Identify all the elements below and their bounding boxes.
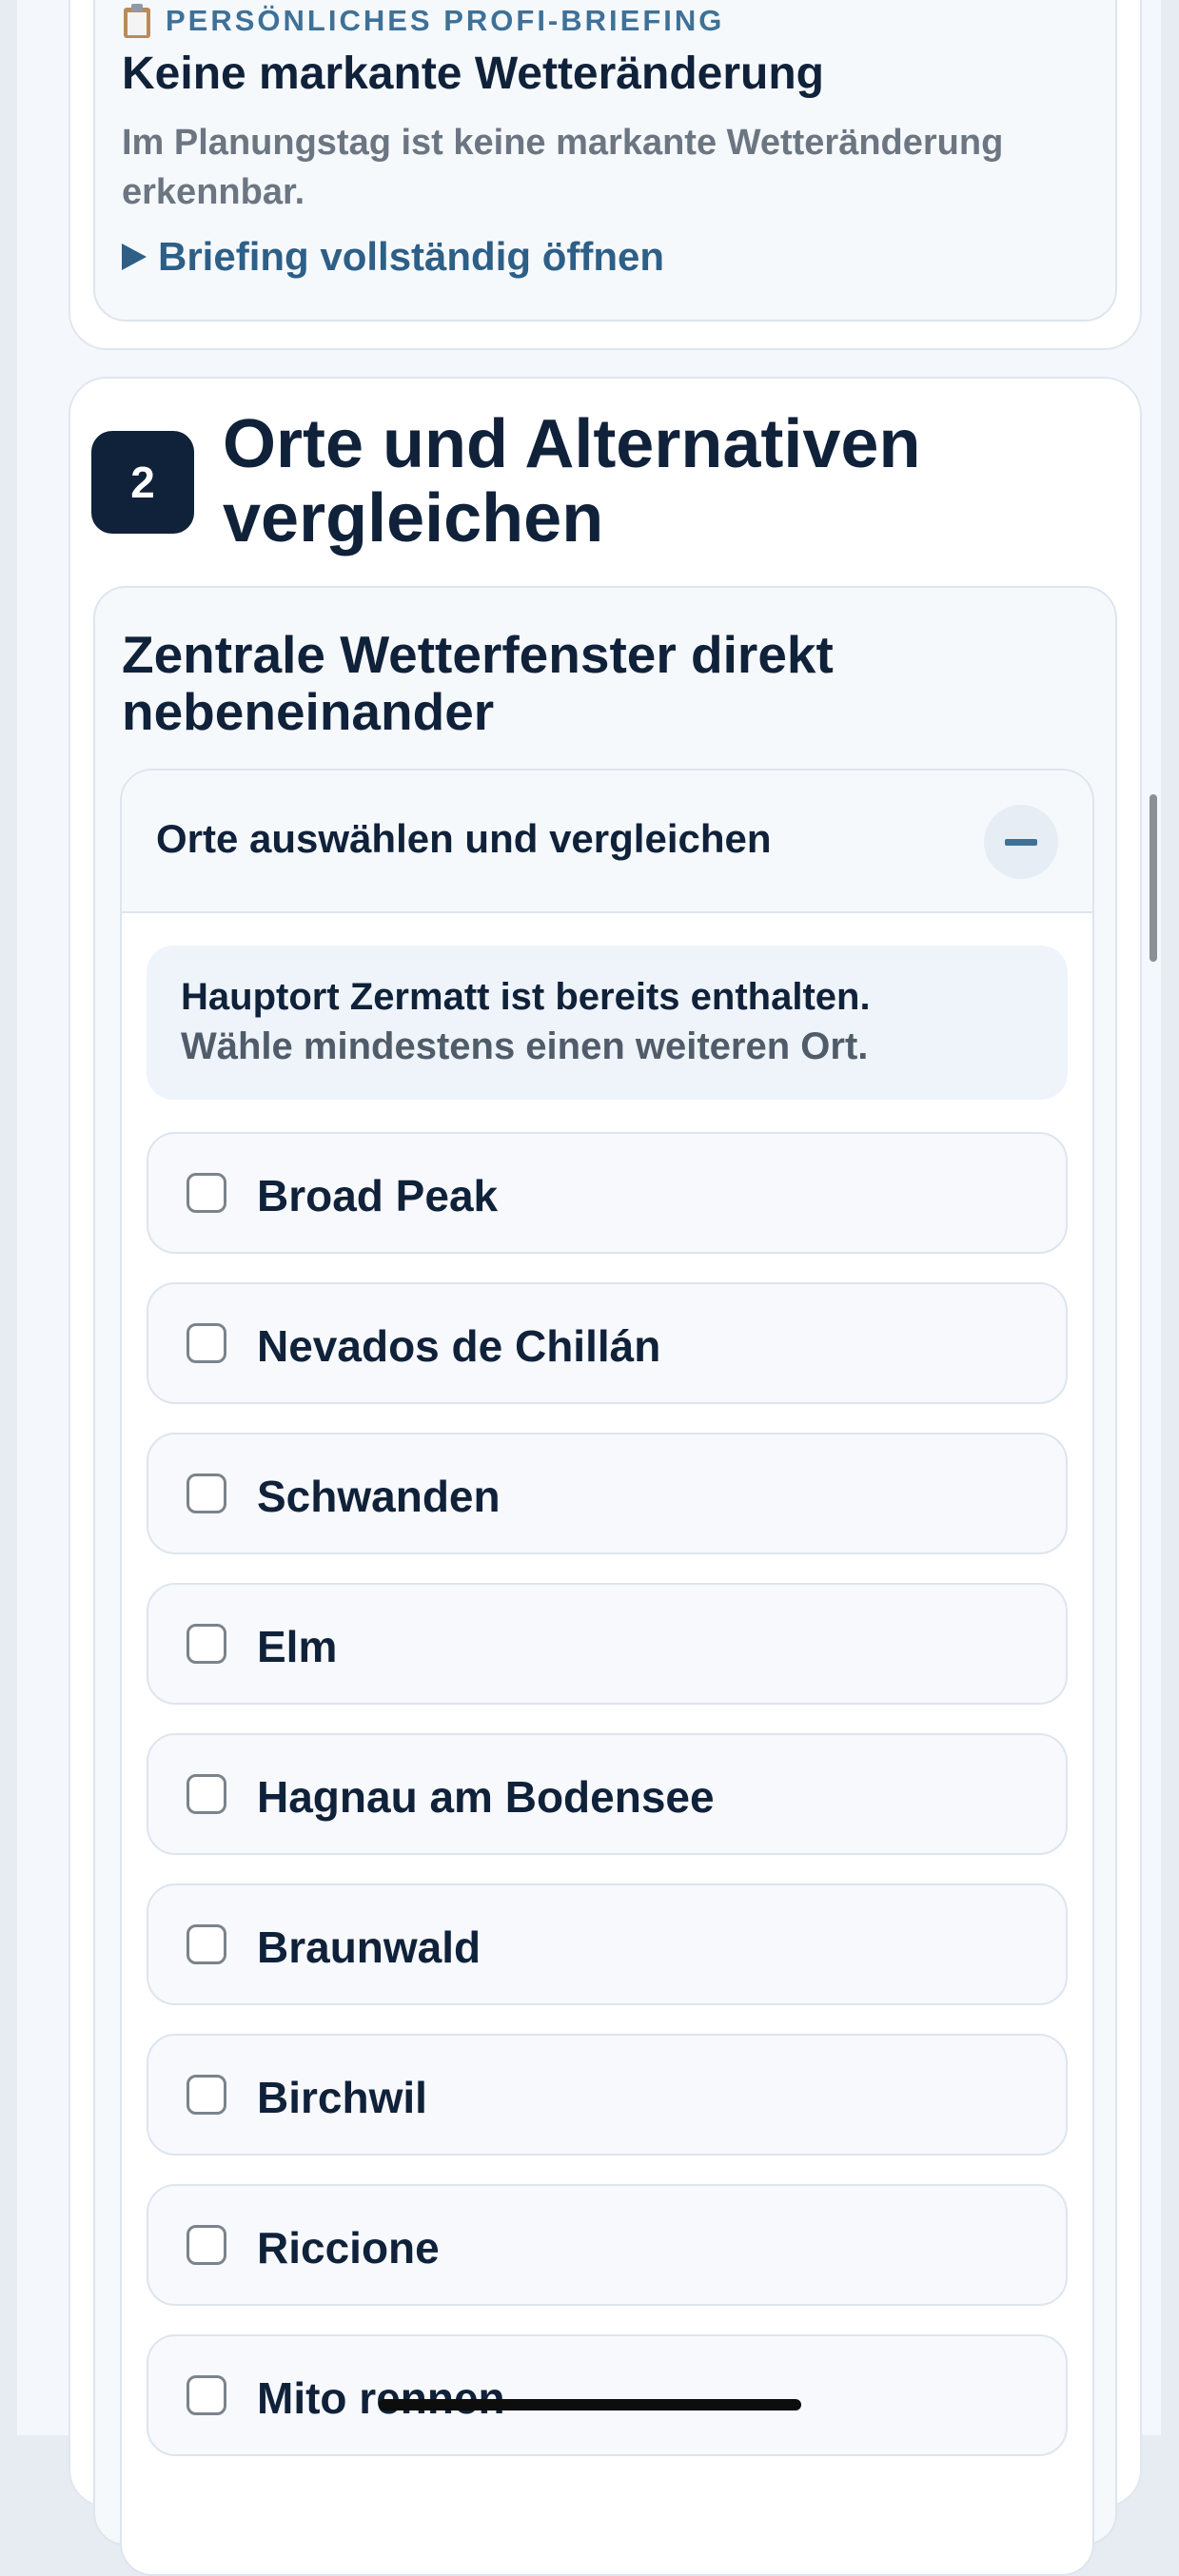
scrollbar[interactable] bbox=[1148, 0, 1161, 2435]
compare-heading: Zentrale Wetterfenster direkt nebeneinan… bbox=[122, 625, 834, 741]
location-option[interactable]: Hagnau am Bodensee bbox=[147, 1733, 1068, 1855]
checkbox[interactable] bbox=[187, 2075, 226, 2115]
info-box: Hauptort Zermatt ist bereits enthalten. … bbox=[147, 946, 1068, 1100]
briefing-text: Im Planungstag ist keine markante Wetter… bbox=[122, 123, 1004, 212]
location-option[interactable]: Nevados de Chillán bbox=[147, 1282, 1068, 1404]
step-number-badge: 2 bbox=[91, 431, 194, 534]
checkbox[interactable] bbox=[187, 1624, 226, 1664]
location-option-label: Hagnau am Bodensee bbox=[257, 1772, 715, 1822]
open-briefing-label: Briefing vollständig öffnen bbox=[158, 234, 664, 279]
clipboard-icon bbox=[122, 4, 152, 38]
collapse-button[interactable] bbox=[984, 805, 1058, 879]
location-option-list: Broad Peak Nevados de Chillán Schwanden … bbox=[147, 1132, 1068, 2485]
play-triangle-icon bbox=[122, 244, 147, 270]
location-option[interactable]: Riccione bbox=[147, 2184, 1068, 2306]
briefing-kicker-text: PERSÖNLICHES PROFI-BRIEFING bbox=[166, 4, 725, 37]
info-main-location: Hauptort Zermatt ist bereits enthalten. bbox=[181, 976, 871, 1018]
location-option[interactable]: Broad Peak bbox=[147, 1132, 1068, 1254]
briefing-kicker: PERSÖNLICHES PROFI-BRIEFING bbox=[122, 4, 724, 38]
location-option-label: Broad Peak bbox=[257, 1171, 499, 1220]
briefing-title: Keine markante Wetteränderung bbox=[122, 49, 824, 99]
minus-icon bbox=[1005, 838, 1037, 846]
info-hint: Wähle mindestens einen weiteren Ort. bbox=[181, 1025, 869, 1067]
scrollbar-thumb[interactable] bbox=[1150, 794, 1157, 962]
location-option-label: Nevados de Chillán bbox=[257, 1321, 661, 1371]
step-title: Orte und Alternativen vergleichen bbox=[223, 406, 921, 556]
accordion-header[interactable]: Orte auswählen und vergleichen bbox=[122, 771, 1092, 913]
location-option-label: Braunwald bbox=[257, 1922, 481, 1972]
location-option-label: Elm bbox=[257, 1622, 338, 1671]
checkbox[interactable] bbox=[187, 2375, 226, 2415]
compare-panel: Zentrale Wetterfenster direkt nebeneinan… bbox=[93, 586, 1117, 2576]
briefing-card: PERSÖNLICHES PROFI-BRIEFING Keine markan… bbox=[69, 0, 1142, 350]
location-option[interactable]: Mito rennen bbox=[147, 2334, 1068, 2456]
location-option-label: Birchwil bbox=[257, 2073, 427, 2122]
accordion-title: Orte auswählen und vergleichen bbox=[156, 816, 772, 861]
checkbox[interactable] bbox=[187, 1473, 226, 1513]
home-indicator[interactable] bbox=[379, 2399, 801, 2410]
page: PERSÖNLICHES PROFI-BRIEFING Keine markan… bbox=[17, 0, 1161, 2576]
checkbox[interactable] bbox=[187, 1774, 226, 1814]
location-compare-accordion: Orte auswählen und vergleichen Hauptort … bbox=[120, 769, 1094, 2576]
open-briefing-link[interactable]: Briefing vollständig öffnen bbox=[122, 234, 664, 280]
checkbox[interactable] bbox=[187, 1924, 226, 1964]
checkbox[interactable] bbox=[187, 2225, 226, 2265]
checkbox[interactable] bbox=[187, 1323, 226, 1363]
location-option-label: Schwanden bbox=[257, 1472, 501, 1521]
location-option[interactable]: Schwanden bbox=[147, 1433, 1068, 1554]
location-option-label: Mito rennen bbox=[257, 2373, 505, 2423]
briefing-panel: PERSÖNLICHES PROFI-BRIEFING Keine markan… bbox=[93, 0, 1117, 322]
location-option-label: Riccione bbox=[257, 2223, 440, 2273]
location-option[interactable]: Elm bbox=[147, 1583, 1068, 1705]
location-option[interactable]: Birchwil bbox=[147, 2034, 1068, 2156]
compare-card: 2 Orte und Alternativen vergleichen Zent… bbox=[69, 377, 1142, 2576]
checkbox[interactable] bbox=[187, 1173, 226, 1213]
location-option[interactable]: Braunwald bbox=[147, 1883, 1068, 2005]
